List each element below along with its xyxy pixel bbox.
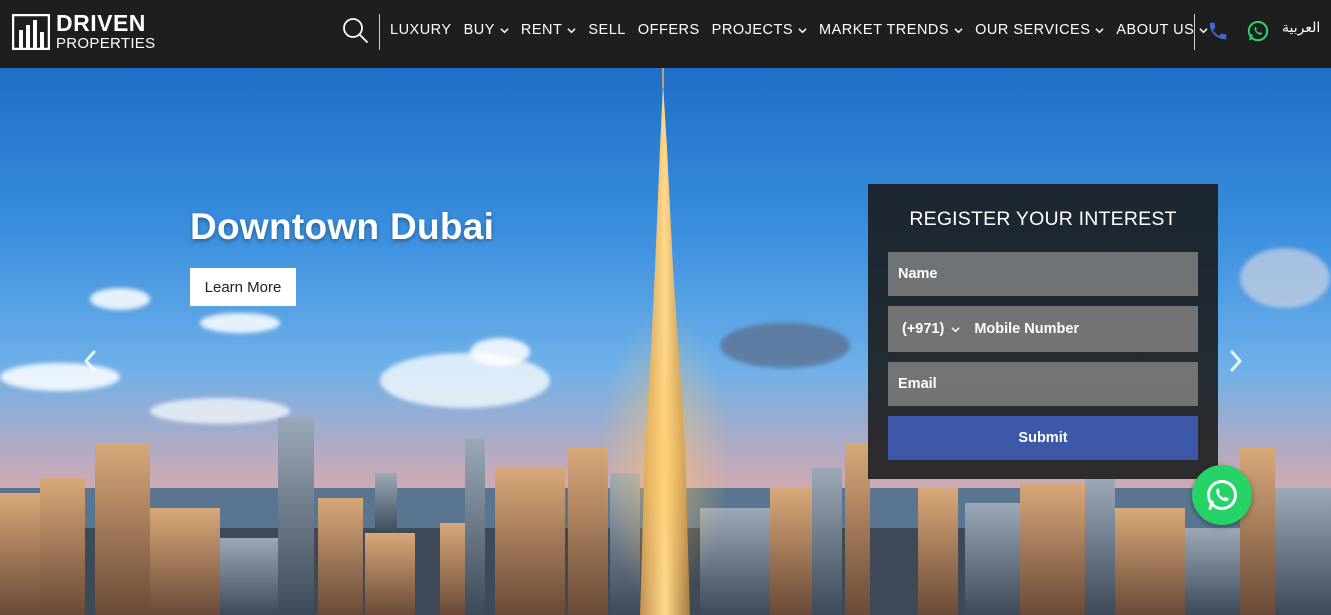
- country-code-select[interactable]: (+971): [902, 321, 960, 337]
- nav-item-label: LUXURY: [390, 22, 452, 38]
- nav-item-label: ABOUT US: [1116, 22, 1195, 38]
- chevron-down-icon: [567, 27, 576, 33]
- chevron-down-icon: [798, 27, 807, 33]
- whatsapp-icon: [1207, 480, 1237, 510]
- mobile-number-input[interactable]: Mobile Number: [974, 321, 1079, 337]
- nav-item-label: MARKET TRENDS: [819, 22, 950, 38]
- form-title: REGISTER YOUR INTEREST: [909, 208, 1177, 230]
- nav-item-label: BUY: [463, 22, 495, 38]
- email-field[interactable]: Email: [888, 362, 1198, 406]
- nav-item-rent[interactable]: RENT: [521, 22, 576, 38]
- mobile-field: (+971) Mobile Number: [888, 306, 1198, 352]
- nav-item-sell[interactable]: SELL: [588, 22, 625, 38]
- nav-item-label: OFFERS: [637, 22, 700, 38]
- logo-mark-icon: [12, 13, 50, 50]
- nav-divider-right: [1194, 14, 1195, 50]
- carousel-next-icon[interactable]: [1226, 348, 1246, 374]
- nav-item-market-trends[interactable]: MARKET TRENDS: [819, 22, 963, 38]
- brand-logo[interactable]: DRIVEN PROPERTIES: [12, 12, 155, 51]
- nav-item-label: OUR SERVICES: [975, 22, 1091, 38]
- brand-title: DRIVEN: [56, 10, 146, 36]
- whatsapp-header-icon[interactable]: [1247, 20, 1269, 42]
- nav-item-buy[interactable]: BUY: [464, 22, 509, 38]
- hero-banner: Downtown Dubai Learn More REGISTER YOUR …: [0, 68, 1331, 615]
- nav-item-label: SELL: [588, 22, 626, 38]
- language-switch[interactable]: العربية: [1282, 20, 1320, 36]
- carousel-prev-icon[interactable]: [80, 348, 100, 374]
- chevron-down-icon: [951, 326, 960, 332]
- nav-item-label: PROJECTS: [711, 22, 794, 38]
- nav-item-our-services[interactable]: OUR SERVICES: [975, 22, 1104, 38]
- chevron-down-icon: [954, 27, 963, 33]
- submit-button[interactable]: Submit: [888, 416, 1198, 460]
- learn-more-button[interactable]: Learn More: [190, 268, 296, 306]
- nav-item-projects[interactable]: PROJECTS: [712, 22, 807, 38]
- nav-item-offers[interactable]: OFFERS: [638, 22, 700, 38]
- nav-divider-left: [379, 14, 380, 50]
- chevron-down-icon: [1095, 27, 1104, 33]
- brand-subtitle: PROPERTIES: [56, 35, 156, 52]
- nav-item-luxury[interactable]: LUXURY: [390, 22, 452, 38]
- whatsapp-float-button[interactable]: [1192, 465, 1252, 525]
- chevron-down-icon: [500, 27, 509, 33]
- top-navbar: DRIVEN PROPERTIES LUXURY BUY RENT SELL OFFER…: [0, 0, 1331, 68]
- hero-title: Downtown Dubai: [190, 206, 495, 247]
- search-icon[interactable]: [341, 16, 369, 44]
- tower-glow: [600, 308, 730, 608]
- phone-icon[interactable]: [1207, 20, 1229, 42]
- main-nav: LUXURY BUY RENT SELL OFFERS PROJECTS MARKET TR…: [390, 0, 1220, 60]
- nav-item-label: RENT: [520, 22, 563, 38]
- register-interest-form: REGISTER YOUR INTEREST Name (+971) Mobil…: [868, 184, 1218, 479]
- country-code-value: (+971): [902, 321, 945, 337]
- name-field[interactable]: Name: [888, 252, 1198, 296]
